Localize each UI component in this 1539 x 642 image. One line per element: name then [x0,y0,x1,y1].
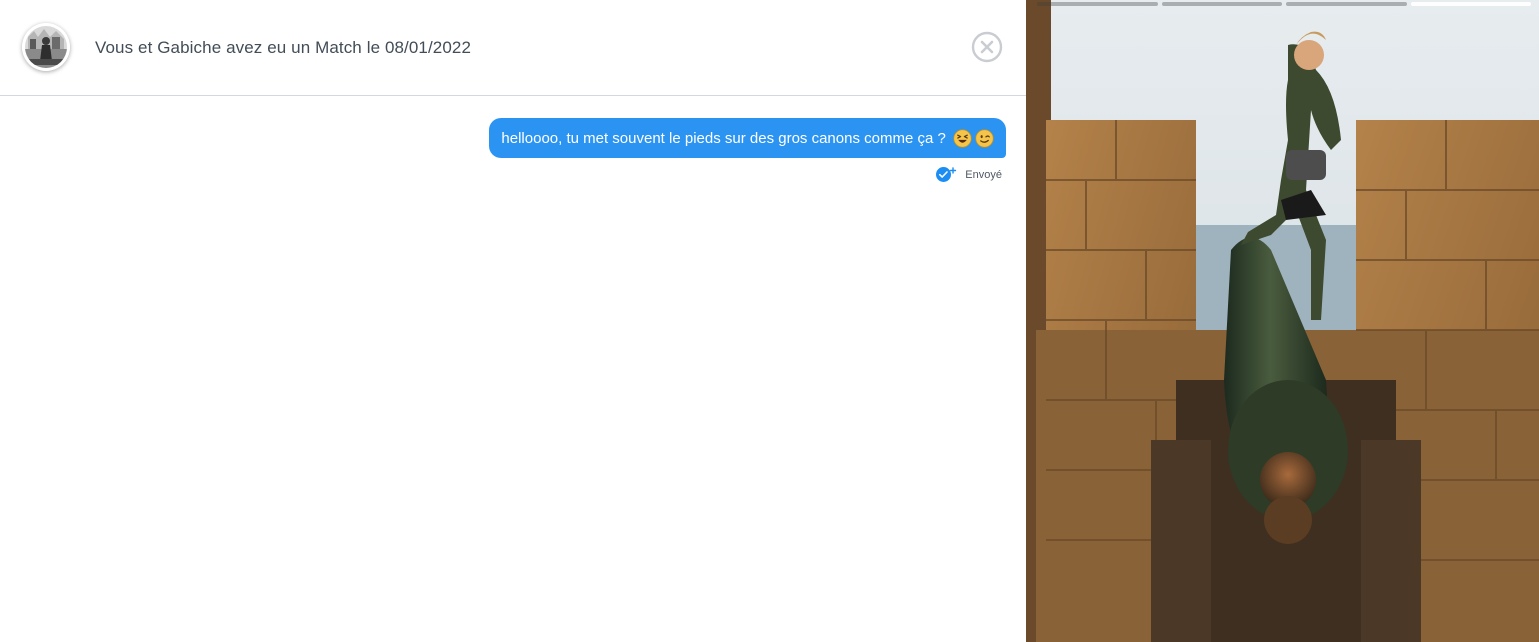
photo-indicator[interactable] [1286,2,1407,6]
match-chat-window: Vous et Gabiche avez eu un Match le 08/0… [0,0,1539,642]
wink-emoji [975,128,994,148]
photo-indicator[interactable] [1161,2,1282,6]
chat-header: Vous et Gabiche avez eu un Match le 08/0… [0,0,1026,96]
avatar[interactable] [22,23,70,71]
laughing-squint-emoji [953,128,972,148]
close-circle-icon [971,31,1003,63]
photo-indicator[interactable] [1037,2,1158,6]
photo-indicators [1037,2,1531,6]
profile-photo-image [1026,0,1539,642]
status-label: Envoyé [965,168,1002,181]
close-button[interactable] [971,31,1003,63]
message-status: Envoyé [935,166,1002,183]
message-bubble[interactable]: helloooo, tu met souvent le pieds sur de… [489,118,1006,158]
message-text: helloooo, tu met souvent le pieds sur de… [501,129,950,147]
photo-indicator-active[interactable] [1410,2,1531,6]
match-title: Vous et Gabiche avez eu un Match le 08/0… [95,38,472,57]
sent-check-icon [935,166,957,183]
profile-photo[interactable] [1026,0,1539,642]
chat-pane: Vous et Gabiche avez eu un Match le 08/0… [0,0,1026,642]
